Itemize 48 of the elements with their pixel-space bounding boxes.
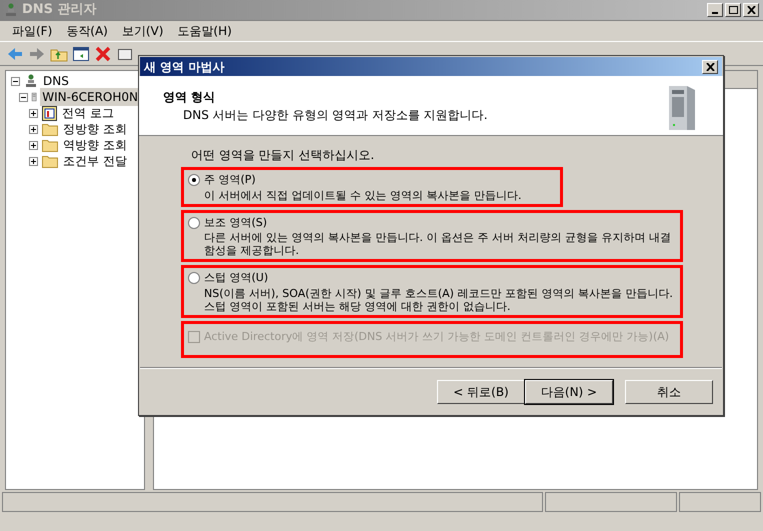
tree-item[interactable]: 조건부 전달: [61, 152, 129, 170]
close-button[interactable]: [702, 60, 718, 74]
cancel-button[interactable]: 취소: [625, 380, 713, 404]
collapse-icon[interactable]: [11, 76, 20, 86]
close-icon: [746, 6, 756, 14]
back-button[interactable]: < 뒤로(B): [437, 380, 525, 404]
expand-icon[interactable]: [29, 140, 38, 150]
folder-icon: [42, 138, 58, 152]
next-button[interactable]: 다음(N) >: [525, 380, 613, 404]
close-button[interactable]: [743, 3, 759, 17]
radio-button[interactable]: [188, 272, 200, 284]
window-title: DNS 관리자: [22, 1, 97, 20]
tree-item[interactable]: WIN-6CEROH0N: [40, 88, 140, 106]
tree-item[interactable]: 역방향 조회: [61, 136, 129, 154]
tree-item[interactable]: 정방향 조회: [61, 120, 129, 138]
header-subtitle: DNS 서버는 다양한 유형의 영역과 저장소를 지원합니다.: [183, 107, 489, 124]
folder-icon: [42, 154, 58, 168]
checkbox-label: Active Directory에 영역 저장(DNS 서버가 쓰기 가능한 도메인 컨트롤러인 경우에만 가능)(A): [204, 330, 670, 342]
header-title: 영역 형식: [163, 89, 216, 106]
expand-icon[interactable]: [29, 108, 38, 118]
maximize-icon: [728, 6, 738, 14]
menu-item[interactable]: 파일(F): [12, 22, 52, 40]
folder-icon: [42, 122, 58, 136]
option-description: NS(이름 서버), SOA(권한 시작) 및 글루 호스트(A) 레코드만 포함된 영역의 복사본을 만듭니다. 스텁 영역이 포함된 서버는 해당 영역에 대한 권한이 없습니다.: [204, 286, 674, 312]
network-icon: [24, 74, 38, 88]
network-icon: [4, 3, 18, 17]
option-label: 주 영역(P): [204, 172, 256, 188]
minimize-button[interactable]: [707, 3, 723, 17]
option-label: 보조 영역(S): [204, 214, 268, 230]
option-label: 스텁 영역(U): [204, 270, 268, 286]
tree-item[interactable]: 전역 로그: [60, 104, 116, 122]
collapse-icon[interactable]: [19, 92, 28, 102]
prompt-text: 어떤 영역을 만들지 선택하십시오.: [191, 147, 376, 164]
close-icon: [706, 62, 714, 70]
option-description: 이 서버에서 직접 업데이트될 수 있는 영역의 복사본을 만듭니다.: [204, 188, 522, 202]
expand-icon[interactable]: [29, 124, 38, 134]
radio-button[interactable]: [188, 216, 200, 229]
menu-item[interactable]: 동작(A): [66, 22, 108, 40]
option-description: 다른 서버에 있는 영역의 복사본을 만듭니다. 이 옵션은 주 서버 처리량의 균형을 유지하며 내결함성을 제공합니다.: [204, 231, 672, 257]
menu-item[interactable]: 보기(V): [122, 22, 164, 40]
log-icon: [42, 106, 57, 120]
dialog-title: 새 영역 마법사: [144, 58, 224, 76]
expand-icon[interactable]: [29, 156, 38, 166]
menu-item[interactable]: 도움말(H): [177, 22, 232, 40]
maximize-button[interactable]: [725, 3, 741, 17]
tree-item[interactable]: DNS: [41, 72, 71, 90]
window-icon[interactable]: [72, 44, 90, 62]
radio-button[interactable]: [188, 174, 200, 186]
